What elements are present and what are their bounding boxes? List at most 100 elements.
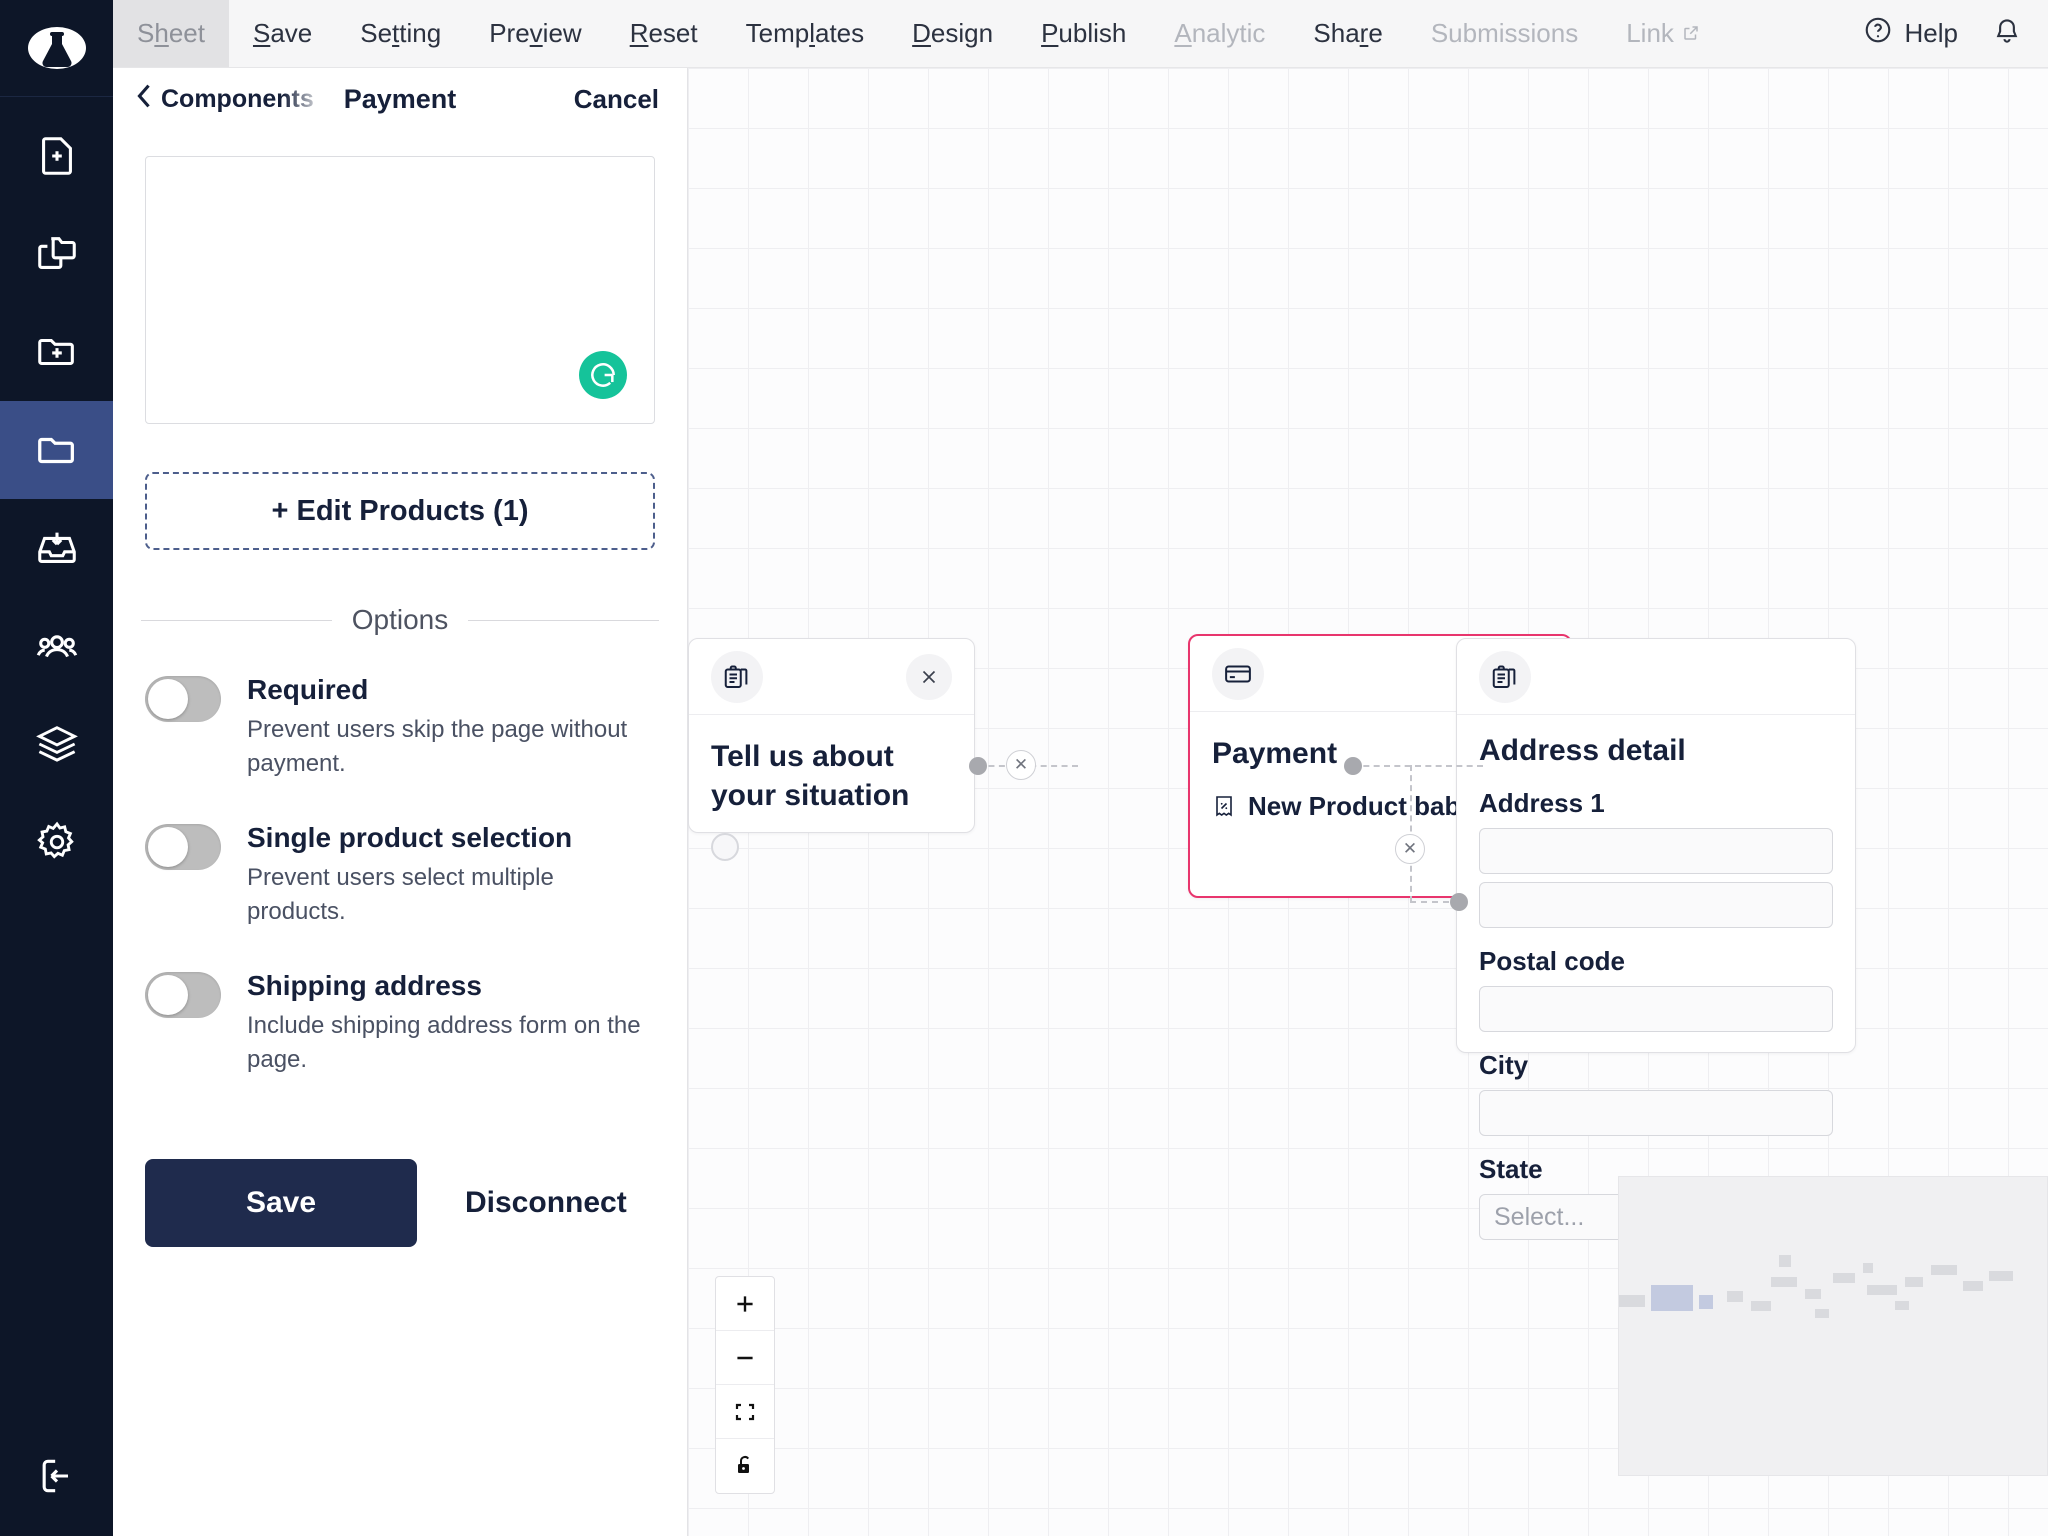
- handle-payment-in[interactable]: [1344, 757, 1362, 775]
- edge-payment-to-address: [1353, 765, 1483, 767]
- menu-item-save[interactable]: Save: [229, 0, 336, 67]
- field-input-address1[interactable]: [1479, 828, 1833, 874]
- flow-canvas[interactable]: ✕ ✕ Tell us about your situation Payment…: [688, 68, 2048, 1536]
- back-label: Components: [161, 84, 314, 113]
- canvas-minimap[interactable]: [1618, 1176, 2048, 1476]
- handle-address-in[interactable]: [1450, 893, 1468, 911]
- menu-label-preview: Preview: [489, 18, 582, 48]
- menu-item-design[interactable]: Design: [888, 0, 1017, 67]
- save-button[interactable]: Save: [145, 1158, 417, 1247]
- option-description: Prevent users skip the page without paym…: [247, 716, 628, 777]
- option-title: Single product selection: [247, 822, 573, 854]
- menu-item-analytic[interactable]: Analytic: [1150, 0, 1289, 67]
- minimap-node: [1651, 1285, 1693, 1311]
- option-row: Single product selection Prevent users s…: [145, 820, 655, 928]
- menu-label-save: Save: [252, 18, 313, 48]
- topbar-right-actions: Help: [1863, 0, 2048, 67]
- sidebar-item-folder[interactable]: [0, 401, 113, 499]
- disconnect-button[interactable]: Disconnect: [445, 1186, 647, 1220]
- sidebar-item-logout[interactable]: [0, 1416, 113, 1536]
- payment-preview-box[interactable]: [145, 156, 655, 424]
- sidebar-item-users[interactable]: [0, 597, 113, 695]
- toggle-shipping-address[interactable]: [145, 972, 221, 1019]
- canvas-controls: [715, 1276, 775, 1494]
- grammarly-refresh-icon[interactable]: [579, 351, 627, 399]
- option-title: Required: [247, 674, 369, 705]
- lock-canvas-button[interactable]: [716, 1439, 774, 1493]
- option-text: Single product selection Prevent users s…: [247, 820, 655, 928]
- gear-icon: [36, 821, 74, 859]
- app-root: Sheet Save Setting Preview Reset Templat…: [0, 0, 2048, 1536]
- minimap-node: [1863, 1263, 1873, 1273]
- close-icon[interactable]: [906, 653, 952, 700]
- menu-items: Sheet Save Setting Preview Reset Templat…: [113, 0, 1724, 67]
- minimap-node: [1833, 1273, 1855, 1283]
- logout-icon: [42, 1459, 68, 1493]
- field-label-address1: Address 1: [1479, 788, 1605, 818]
- edge-remove-payment-address[interactable]: ✕: [1395, 834, 1425, 864]
- sidebar-item-inbox[interactable]: [0, 499, 113, 597]
- menu-item-setting[interactable]: Setting: [336, 0, 465, 67]
- edit-products-button[interactable]: + Edit Products (1): [145, 472, 655, 550]
- receipt-percent-icon: [1212, 793, 1236, 828]
- panel-actions: Save Disconnect: [113, 1117, 687, 1247]
- fit-view-button[interactable]: [716, 1385, 774, 1439]
- field-input-address2[interactable]: [1479, 882, 1833, 928]
- sidebar-item-layers[interactable]: [0, 695, 113, 793]
- menu-label-link: Link: [1626, 18, 1674, 48]
- node-address-detail[interactable]: Address detail Address 1 Postal code Cit…: [1456, 638, 1856, 1240]
- lock-icon: [738, 1456, 749, 1473]
- handle-tell-out[interactable]: [969, 757, 987, 775]
- sidebar-item-settings[interactable]: [0, 793, 113, 891]
- radio-option[interactable]: [711, 833, 739, 861]
- sidebar-item-duplicate[interactable]: [0, 205, 113, 303]
- zoom-out-button[interactable]: [716, 1331, 774, 1385]
- sidebar-item-new-folder[interactable]: [0, 303, 113, 401]
- sidebar-item-new-file[interactable]: [0, 107, 113, 205]
- node-tell-us[interactable]: Tell us about your situation: [688, 638, 975, 861]
- app-logo[interactable]: [0, 0, 113, 97]
- menu-item-link[interactable]: Link: [1602, 0, 1724, 67]
- menu-item-share[interactable]: Share: [1289, 0, 1406, 67]
- toggle-knob: [148, 827, 188, 868]
- minimap-node: [1771, 1277, 1797, 1287]
- menu-item-preview[interactable]: Preview: [465, 0, 605, 67]
- edge-remove-tell-payment[interactable]: ✕: [1006, 750, 1036, 780]
- minimap-node: [1727, 1291, 1743, 1302]
- bell-icon: [1996, 19, 2018, 43]
- menu-item-templates[interactable]: Templates: [722, 0, 889, 67]
- option-text: Required Prevent users skip the page wit…: [247, 672, 655, 780]
- duplicate-icon: [37, 237, 76, 269]
- menu-item-reset[interactable]: Reset: [606, 0, 722, 67]
- back-to-components-button[interactable]: Components: [135, 83, 325, 116]
- field-input-city[interactable]: [1479, 1090, 1833, 1136]
- options-divider-label: Options: [351, 604, 449, 635]
- notification-button[interactable]: [1992, 15, 2022, 52]
- toggle-single-product-selection[interactable]: [145, 824, 221, 871]
- menu-item-publish[interactable]: Publish: [1017, 0, 1150, 67]
- options-list: Required Prevent users skip the page wit…: [113, 636, 687, 1077]
- menu-label-submissions: Submissions: [1430, 18, 1579, 48]
- credit-card-icon: [1212, 647, 1264, 700]
- minimap-node: [1699, 1295, 1713, 1309]
- zoom-in-button[interactable]: [716, 1277, 774, 1331]
- cancel-button[interactable]: Cancel: [574, 84, 659, 115]
- menu-item-sheet[interactable]: Sheet: [113, 0, 229, 67]
- minimap-node: [1619, 1295, 1645, 1307]
- toggle-required[interactable]: [145, 676, 221, 722]
- help-label: Help: [1904, 18, 1958, 48]
- divider-line-right: [468, 619, 659, 621]
- toggle-knob: [148, 975, 188, 1016]
- option-description: Prevent users select multiple products.: [247, 864, 554, 925]
- node-title: Address detail: [1479, 734, 1686, 767]
- minimap-node: [1895, 1301, 1909, 1310]
- minimap-node: [1867, 1285, 1897, 1295]
- field-input-postal-code[interactable]: [1479, 986, 1833, 1032]
- option-title: Shipping address: [247, 970, 482, 1002]
- menu-item-submissions[interactable]: Submissions: [1407, 0, 1602, 67]
- help-button[interactable]: Help: [1863, 15, 1958, 52]
- field-label-city: City: [1479, 1050, 1529, 1080]
- users-icon: [36, 635, 77, 658]
- minimap-node: [1905, 1277, 1923, 1287]
